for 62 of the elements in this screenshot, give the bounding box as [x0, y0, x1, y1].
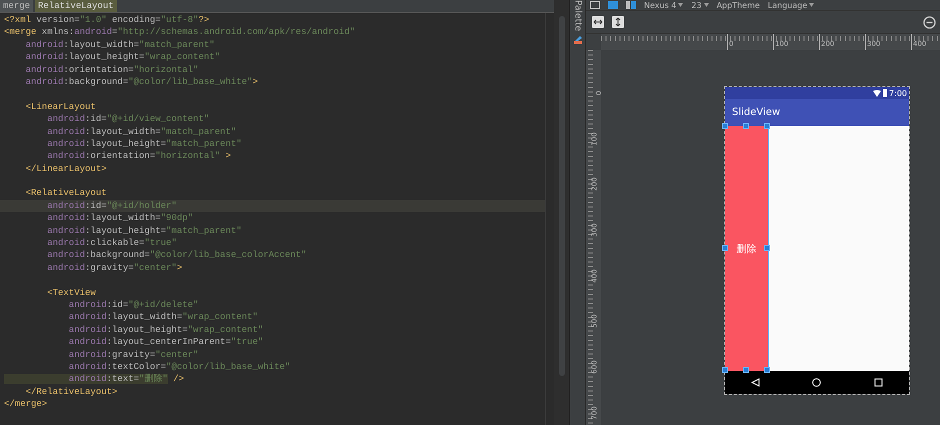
- device-dropdown[interactable]: Nexus 4: [644, 0, 684, 10]
- selection-handle[interactable]: [722, 367, 728, 373]
- code-line: android:text="删除" />: [0, 373, 545, 386]
- breadcrumb-tab[interactable]: RelativeLayout: [35, 0, 117, 12]
- api-dropdown[interactable]: 23: [691, 0, 709, 10]
- code-line: android:id="@+id/view_content": [46, 113, 210, 126]
- code-line: android:layout_width="wrap_content": [68, 311, 259, 324]
- layout-icon[interactable]: [590, 1, 600, 9]
- code-line: android:background="@color/lib_base_colorAccent": [46, 249, 308, 262]
- code-line: android:layout_width="match_parent": [24, 38, 216, 52]
- delete-holder[interactable]: 删除: [725, 126, 769, 371]
- app-title: SlideView: [732, 107, 780, 118]
- code-line: android:clickable="true": [46, 237, 178, 250]
- selection-handle[interactable]: [722, 123, 728, 129]
- code-line: </merge>: [3, 398, 48, 410]
- home-icon[interactable]: [812, 378, 822, 387]
- theme-dropdown[interactable]: AppTheme: [716, 0, 760, 10]
- code-line: android:gravity="center": [68, 348, 200, 361]
- battery-icon: [883, 89, 888, 97]
- back-icon[interactable]: [751, 378, 760, 387]
- selection-handle[interactable]: [743, 123, 749, 129]
- code-line: <?xml version="1.0" encoding="utf-8"?>: [3, 14, 210, 26]
- code-line: <RelativeLayout: [24, 187, 108, 200]
- code-line: android:layout_height="match_parent": [46, 224, 243, 238]
- code-line: android:orientation="horizontal": [24, 64, 200, 76]
- caret-icon: [809, 3, 814, 7]
- code-line: android:gravity="center">: [46, 262, 184, 274]
- code-line: <LinearLayout: [24, 100, 97, 114]
- split-icon[interactable]: [626, 1, 636, 9]
- code-line: android:layout_width="match_parent": [46, 126, 238, 138]
- selection-handle[interactable]: [764, 123, 770, 129]
- wifi-icon: [873, 90, 882, 96]
- delete-text: 删除: [736, 242, 756, 256]
- palette-icon[interactable]: [572, 35, 582, 46]
- fit-width-icon[interactable]: [592, 16, 604, 28]
- code-line: android:id="@+id/delete": [68, 298, 200, 312]
- code-line: <merge xmlns:android="http://schemas.android.com/apk/res/android": [3, 26, 356, 39]
- code-line: android:layout_height="wrap_content": [68, 324, 264, 336]
- code-line: android:layout_centerInParent="true": [68, 336, 264, 349]
- code-line: android:layout_height="match_parent": [46, 138, 243, 150]
- code-line: <TextView: [46, 286, 97, 299]
- code-line: android:layout_width="90dp": [46, 212, 194, 225]
- selection-handle[interactable]: [764, 367, 770, 373]
- selection-handle[interactable]: [764, 245, 770, 251]
- palette-tab[interactable]: Palette: [572, 0, 582, 32]
- language-dropdown[interactable]: Language: [768, 0, 814, 10]
- caret-icon: [678, 3, 684, 7]
- recents-icon[interactable]: [874, 378, 883, 387]
- code-line: android:background="@color/lib_base_white">: [24, 76, 259, 88]
- breadcrumb-tab[interactable]: merge: [0, 0, 34, 12]
- code-line: android:orientation="horizontal" >: [46, 150, 232, 163]
- caret-icon: [704, 3, 709, 7]
- status-time: 7:00: [889, 88, 907, 98]
- code-line: </RelativeLayout>: [24, 386, 118, 398]
- grid-icon[interactable]: [608, 1, 618, 9]
- code-line: android:textColor="@color/lib_base_white": [68, 360, 292, 374]
- zoom-out-icon[interactable]: [923, 16, 936, 28]
- selection-handle[interactable]: [743, 367, 749, 373]
- selection-handle[interactable]: [722, 245, 728, 251]
- code-line: </LinearLayout>: [24, 162, 108, 176]
- code-line: android:layout_height="wrap_content": [24, 51, 222, 64]
- fit-height-icon[interactable]: [612, 16, 624, 28]
